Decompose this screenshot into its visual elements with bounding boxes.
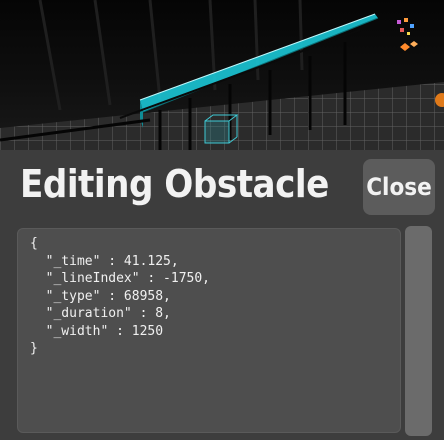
editor-screen: Editing Obstacle Close { "_time" : 41.12…	[0, 0, 444, 440]
distant-notes	[397, 18, 418, 51]
editing-panel: Editing Obstacle Close { "_time" : 41.12…	[0, 150, 444, 440]
panel-title: Editing Obstacle	[20, 162, 329, 206]
editor-viewport[interactable]	[0, 0, 444, 152]
viewport-scene	[0, 0, 444, 152]
editor-scrollbar[interactable]	[405, 226, 432, 436]
json-editor[interactable]: { "_time" : 41.125, "_lineIndex" : -1750…	[17, 228, 401, 433]
close-button[interactable]: Close	[363, 159, 435, 215]
